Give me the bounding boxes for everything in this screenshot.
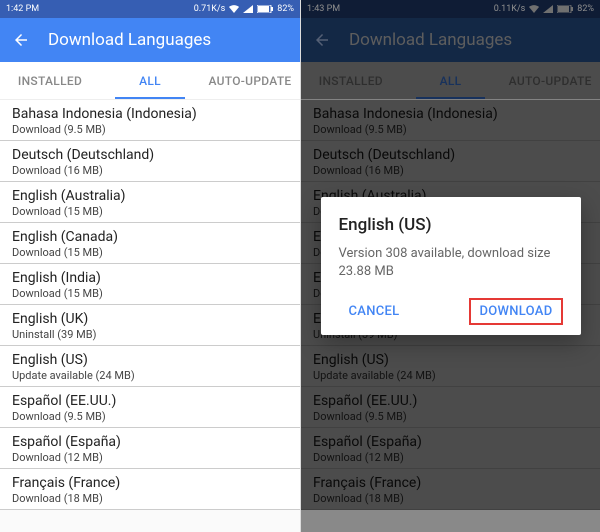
- language-action: Download (15 MB): [12, 205, 288, 218]
- language-name: English (Australia): [12, 188, 288, 204]
- back-icon[interactable]: [12, 31, 30, 49]
- download-dialog: English (US) Version 308 available, down…: [321, 197, 581, 335]
- tab-auto-update[interactable]: AUTO-UPDATE: [200, 62, 300, 99]
- signal-icon: [243, 5, 253, 13]
- cancel-button[interactable]: CANCEL: [339, 298, 410, 325]
- status-time: 1:42 PM: [6, 4, 39, 14]
- app-bar: Download Languages: [0, 18, 300, 62]
- language-action: Download (9.5 MB): [12, 123, 288, 136]
- status-bar: 1:42 PM 0.71K/s 82%: [0, 0, 300, 18]
- dialog-body: Version 308 available, download size 23.…: [339, 245, 563, 280]
- language-name: English (Canada): [12, 229, 288, 245]
- battery-icon: [257, 5, 273, 13]
- language-name: Deutsch (Deutschland): [12, 147, 288, 163]
- language-name: Español (España): [12, 434, 288, 450]
- status-speed: 0.71K/s: [194, 4, 226, 14]
- tab-installed[interactable]: INSTALLED: [0, 62, 100, 99]
- language-name: English (India): [12, 270, 288, 286]
- list-item[interactable]: English (US)Update available (24 MB): [0, 346, 300, 387]
- list-item[interactable]: Bahasa Indonesia (Indonesia)Download (9.…: [0, 100, 300, 141]
- language-action: Update available (24 MB): [12, 369, 288, 382]
- language-name: Bahasa Indonesia (Indonesia): [12, 106, 288, 122]
- list-item[interactable]: English (Australia)Download (15 MB): [0, 182, 300, 223]
- language-action: Download (12 MB): [12, 451, 288, 464]
- language-action: Download (9.5 MB): [12, 410, 288, 423]
- language-action: Download (16 MB): [12, 164, 288, 177]
- language-action: Download (15 MB): [12, 246, 288, 259]
- list-item[interactable]: English (India)Download (15 MB): [0, 264, 300, 305]
- tabs: INSTALLED ALL AUTO-UPDATE: [0, 62, 300, 100]
- language-action: Download (15 MB): [12, 287, 288, 300]
- list-item[interactable]: Español (EE.UU.)Download (9.5 MB): [0, 387, 300, 428]
- modal-overlay[interactable]: English (US) Version 308 available, down…: [301, 0, 600, 532]
- screen-left: 1:42 PM 0.71K/s 82% Download Languages I…: [0, 0, 300, 532]
- wifi-icon: [229, 5, 239, 13]
- list-item[interactable]: English (UK)Uninstall (39 MB): [0, 305, 300, 346]
- language-name: English (US): [12, 352, 288, 368]
- list-item[interactable]: Español (España)Download (12 MB): [0, 428, 300, 469]
- tab-all[interactable]: ALL: [100, 62, 200, 99]
- language-action: Uninstall (39 MB): [12, 328, 288, 341]
- status-battery: 82%: [277, 4, 294, 14]
- download-button[interactable]: DOWNLOAD: [469, 298, 562, 325]
- page-title: Download Languages: [48, 30, 211, 50]
- list-item[interactable]: Français (France)Download (18 MB): [0, 469, 300, 510]
- dialog-title: English (US): [339, 215, 563, 235]
- language-action: Download (18 MB): [12, 492, 288, 505]
- language-list[interactable]: Bahasa Indonesia (Indonesia)Download (9.…: [0, 100, 300, 510]
- language-name: English (UK): [12, 311, 288, 327]
- language-name: Español (EE.UU.): [12, 393, 288, 409]
- screen-right: 1:43 PM 0.11K/s 82% Download Languages I…: [300, 0, 600, 532]
- language-name: Français (France): [12, 475, 288, 491]
- list-item[interactable]: English (Canada)Download (15 MB): [0, 223, 300, 264]
- list-item[interactable]: Deutsch (Deutschland)Download (16 MB): [0, 141, 300, 182]
- dialog-actions: CANCEL DOWNLOAD: [339, 298, 563, 325]
